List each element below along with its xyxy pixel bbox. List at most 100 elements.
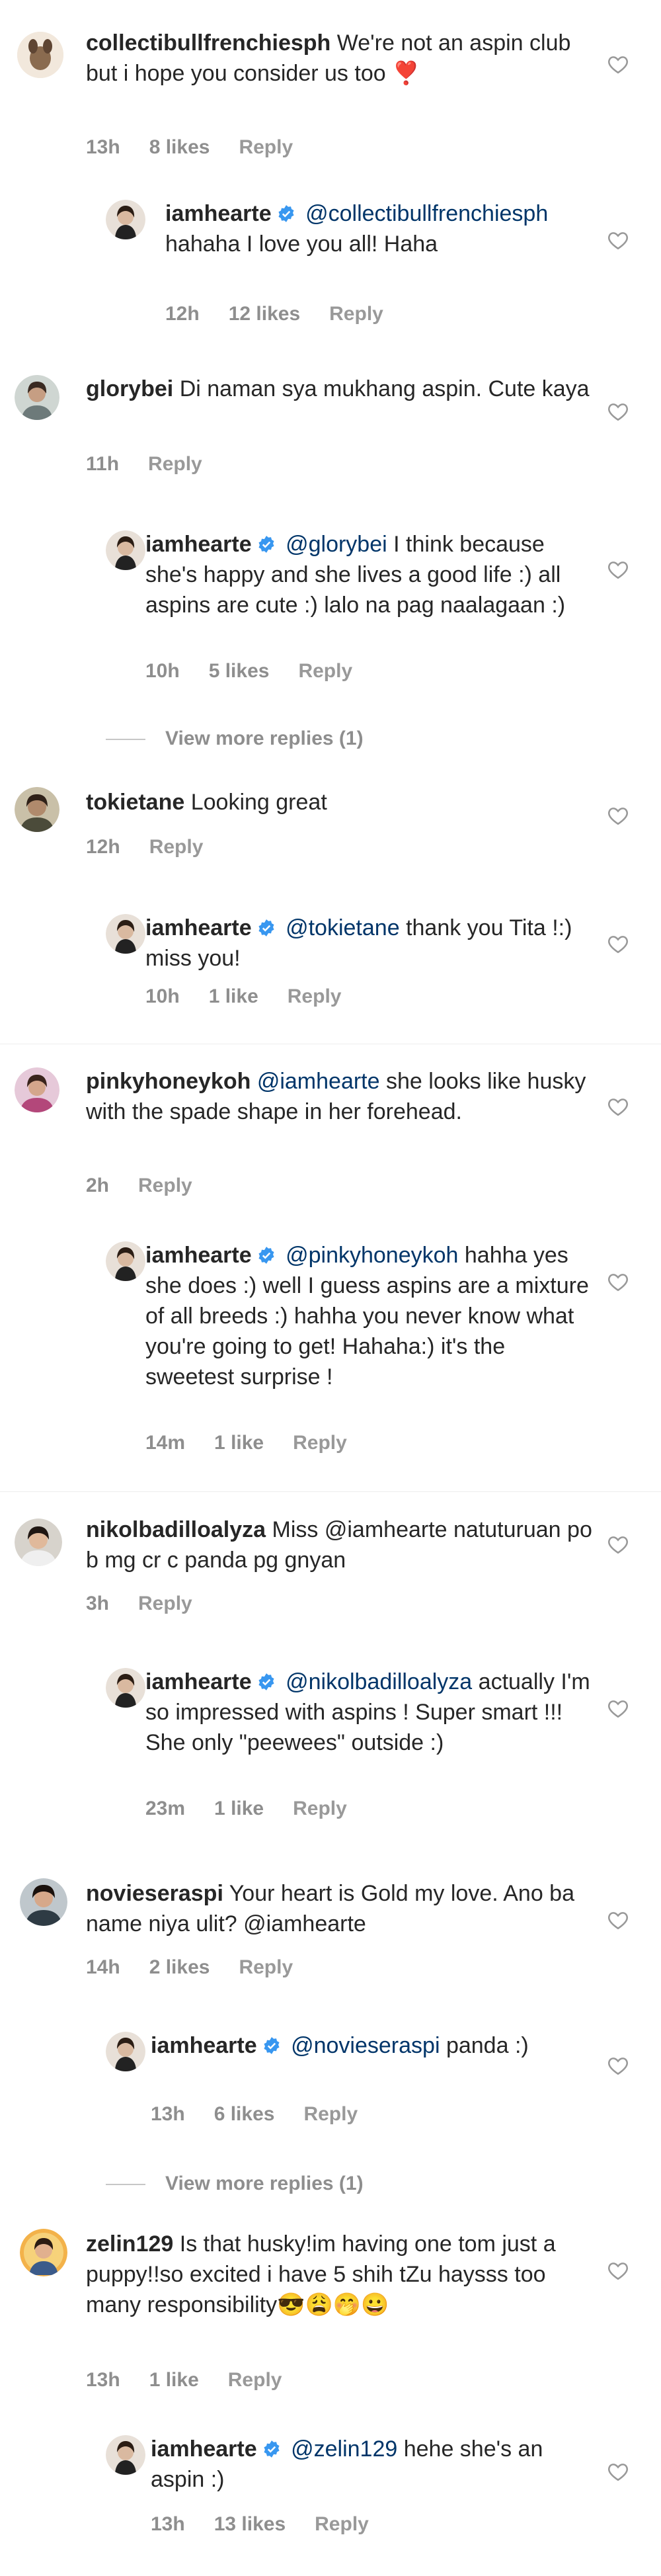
comment-username[interactable]: novieseraspi [86,1881,223,1906]
like-heart-icon[interactable] [607,1697,629,1720]
reply-button[interactable]: Reply [329,303,383,325]
avatar[interactable] [106,1668,145,1708]
comment-meta: 13h 1 like Reply [86,2369,311,2391]
comment-username[interactable]: iamhearte [145,1243,252,1268]
avatar[interactable] [106,2435,145,2475]
like-heart-icon[interactable] [607,1270,629,1293]
avatar[interactable] [15,1067,59,1112]
reply-button[interactable]: Reply [298,660,352,682]
reply-comment: iamhearte @zelin129 hehe she's an aspin … [0,2427,661,2559]
comment-username[interactable]: iamhearte [151,2436,257,2462]
reply-button[interactable]: Reply [138,1593,192,1614]
reply-comment: iamhearte @collectibullfrenchiesph hahah… [0,192,661,344]
verified-badge-icon [264,2440,280,2458]
likes-count[interactable]: 1 like [214,1432,264,1454]
comment-username[interactable]: iamhearte [145,532,252,557]
comment: tokietane Looking great 12h Reply [0,780,661,893]
avatar[interactable] [106,530,145,570]
likes-count[interactable]: 13 likes [214,2513,286,2535]
comment-body: novieseraspi Your heart is Gold my love.… [86,1878,602,1939]
view-more-replies-button[interactable]: View more replies (1) [106,727,364,750]
comment-mention[interactable]: @nikolbadilloalyza [286,1669,472,1694]
comment-time: 3h [86,1593,110,1614]
likes-count[interactable]: 2 likes [149,1956,210,1978]
comment: nikolbadilloalyza Miss @iamhearte natutu… [0,1508,661,1640]
like-heart-icon[interactable] [607,53,629,75]
comment-time: 13h [86,2369,120,2391]
comment-mention[interactable]: @collectibullfrenchiesph [305,201,548,226]
comment-mention[interactable]: @zelin129 [291,2436,397,2462]
comment-username[interactable]: iamhearte [151,2033,257,2058]
avatar[interactable] [106,2032,145,2071]
comment-time: 11h [86,453,120,475]
likes-count[interactable]: 1 like [214,1798,264,1819]
reply-button[interactable]: Reply [303,2103,358,2125]
comment-mention[interactable]: @novieseraspi [291,2033,440,2058]
like-heart-icon[interactable] [607,558,629,581]
avatar[interactable] [15,375,59,420]
comment-username[interactable]: zelin129 [86,2231,173,2257]
likes-count[interactable]: 1 like [209,985,258,1007]
reply-comment: iamhearte @pinkyhoneykoh hahha yes she d… [0,1233,661,1478]
comment-username[interactable]: nikolbadilloalyza [86,1517,266,1542]
like-heart-icon[interactable] [607,1095,629,1118]
reply-button[interactable]: Reply [293,1432,347,1454]
like-heart-icon[interactable] [607,2460,629,2483]
view-more-replies-button[interactable]: View more replies (1) [106,2173,364,2195]
comment-meta: 23m 1 like Reply [145,1798,376,1820]
comment-body: glorybei Di naman sya mukhang aspin. Cut… [86,374,602,404]
like-heart-icon[interactable] [607,2259,629,2282]
comment-username[interactable]: iamhearte [145,915,252,940]
divider [0,1491,661,1492]
reply-button[interactable]: Reply [315,2513,369,2535]
avatar[interactable] [106,914,145,954]
like-heart-icon[interactable] [607,804,629,827]
avatar[interactable] [15,1518,62,1566]
comment-meta: 13h 13 likes Reply [151,2513,398,2536]
like-heart-icon[interactable] [607,2054,629,2077]
reply-button[interactable]: Reply [228,2369,282,2391]
likes-count[interactable]: 1 like [149,2369,199,2391]
like-heart-icon[interactable] [607,933,629,955]
likes-count[interactable]: 5 likes [209,660,270,682]
comment-mention[interactable]: @tokietane [286,915,400,940]
like-heart-icon[interactable] [607,1909,629,1931]
reply-comment: iamhearte @tokietane thank you Tita !:) … [0,906,661,1032]
reply-button[interactable]: Reply [138,1175,192,1196]
avatar[interactable] [17,32,63,78]
comment-mention[interactable]: @iamhearte [257,1069,380,1094]
like-heart-icon[interactable] [607,1533,629,1556]
reply-comment: iamhearte @novieseraspi panda :) 13h 6 li… [0,2024,661,2149]
verified-badge-icon [258,1673,274,1690]
comment-username[interactable]: iamhearte [145,1669,252,1694]
comment-body: iamhearte @pinkyhoneykoh hahha yes she d… [145,1240,595,1392]
comment-time: 23m [145,1798,186,1819]
comment-body: pinkyhoneykoh @iamhearte she looks like … [86,1066,602,1127]
likes-count[interactable]: 12 likes [229,303,300,325]
reply-button[interactable]: Reply [148,453,202,475]
reply-button[interactable]: Reply [149,836,204,858]
comment-text: Di naman sya mukhang aspin. Cute kaya [179,376,590,401]
avatar[interactable] [106,200,145,239]
comment-username[interactable]: collectibullfrenchiesph [86,30,330,56]
reply-button[interactable]: Reply [239,136,293,158]
avatar[interactable] [106,1241,145,1281]
likes-count[interactable]: 8 likes [149,136,210,158]
avatar[interactable] [20,1878,67,1926]
avatar[interactable] [20,2229,67,2276]
comment-username[interactable]: glorybei [86,376,173,401]
reply-button[interactable]: Reply [293,1798,347,1819]
comment-mention[interactable]: @pinkyhoneykoh [286,1243,458,1268]
reply-button[interactable]: Reply [239,1956,293,1978]
comment-time: 2h [86,1175,110,1196]
comment-username[interactable]: pinkyhoneykoh [86,1069,251,1094]
avatar[interactable] [15,787,59,832]
likes-count[interactable]: 6 likes [214,2103,275,2125]
like-heart-icon[interactable] [607,400,629,423]
comment-username[interactable]: tokietane [86,790,184,815]
like-heart-icon[interactable] [607,229,629,251]
reply-button[interactable]: Reply [288,985,342,1007]
comment-body: nikolbadilloalyza Miss @iamhearte natutu… [86,1515,602,1575]
comment-username[interactable]: iamhearte [165,201,272,226]
comment-mention[interactable]: @glorybei [286,532,387,557]
